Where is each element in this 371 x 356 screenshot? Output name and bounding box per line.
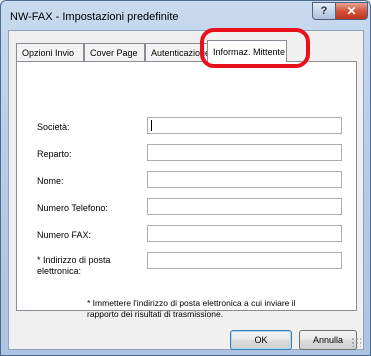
tab-label: Opzioni Invio	[22, 48, 75, 58]
email-label: * Indirizzo di posta elettronica:	[37, 255, 111, 276]
tab-panel-informaz-mittente: Società: Reparto: Nome: Numero Telefono:…	[16, 61, 357, 319]
help-icon: ?	[320, 5, 328, 17]
dialog-client-area: Opzioni Invio Cover Page Autenticazione …	[8, 30, 364, 350]
close-button[interactable]: ✕	[335, 2, 368, 20]
name-input[interactable]	[147, 171, 342, 188]
tab-opzioni-invio[interactable]: Opzioni Invio	[16, 43, 84, 61]
tab-cover-page[interactable]: Cover Page	[84, 43, 145, 61]
fax-number-label: Numero FAX:	[37, 230, 92, 240]
phone-number-input[interactable]	[147, 198, 342, 215]
cancel-button-label: Annulla	[312, 335, 344, 345]
department-input[interactable]	[147, 144, 342, 161]
resize-grip[interactable]	[351, 337, 361, 347]
window-title: NW-FAX - Impostazioni predefinite	[10, 11, 179, 23]
company-input[interactable]	[147, 117, 342, 134]
ok-button[interactable]: OK	[230, 330, 292, 350]
highlight-annotation	[200, 28, 310, 68]
close-icon: ✕	[346, 4, 357, 18]
title-bar[interactable]: NW-FAX - Impostazioni predefinite ? ✕	[1, 1, 370, 31]
fax-number-input[interactable]	[147, 225, 342, 242]
name-label: Nome:	[37, 176, 64, 186]
phone-number-label: Numero Telefono:	[37, 203, 108, 213]
cancel-button[interactable]: Annulla	[299, 330, 357, 350]
email-input[interactable]	[147, 252, 342, 269]
department-label: Reparto:	[37, 149, 72, 159]
dialog-window: NW-FAX - Impostazioni predefinite ? ✕ Op…	[0, 0, 371, 356]
email-note: * Immettere l'indirizzo di posta elettro…	[87, 298, 296, 319]
help-button[interactable]: ?	[312, 2, 336, 20]
ok-button-label: OK	[254, 335, 268, 345]
text-caret	[151, 120, 152, 131]
company-label: Società:	[37, 122, 70, 132]
tab-label: Cover Page	[90, 48, 138, 58]
